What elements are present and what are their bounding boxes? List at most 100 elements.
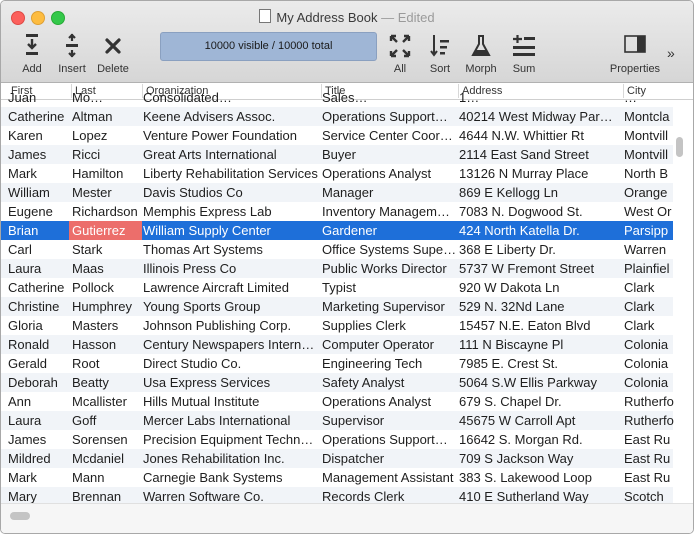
cell-address[interactable]: 679 S. Chapel Dr. — [456, 392, 620, 411]
table-row[interactable]: Eugene Richardson Memphis Express Lab Inven… — [1, 202, 673, 221]
cell-first[interactable]: Carl — [5, 240, 68, 259]
table-row[interactable]: Mark Mann Carnegie Bank Systems Management … — [1, 468, 673, 487]
table-row[interactable]: Karen Lopez Venture Power Foundation Servic… — [1, 126, 673, 145]
cell-last[interactable]: Ricci — [69, 145, 139, 164]
cell-title[interactable]: Office Systems Supe… — [319, 240, 455, 259]
table-row[interactable]: Ronald Hasson Century Newspapers Intern… Co… — [1, 335, 673, 354]
cell-last[interactable]: Humphrey — [69, 297, 139, 316]
cell-title[interactable]: Records Clerk — [319, 487, 455, 503]
cell-first[interactable]: Mark — [5, 164, 68, 183]
table-row[interactable]: Deborah Beatty Usa Express Services Safety … — [1, 373, 673, 392]
cell-first[interactable]: James — [5, 430, 68, 449]
cell-address[interactable]: 869 E Kellogg Ln — [456, 183, 620, 202]
cell-first[interactable]: Mark — [5, 468, 68, 487]
cell-address[interactable]: 368 E Liberty Dr. — [456, 240, 620, 259]
cell-organization[interactable]: Liberty Rehabilitation Services — [140, 164, 318, 183]
add-button[interactable]: Add — [15, 33, 49, 75]
sum-button[interactable]: Sum — [507, 33, 541, 75]
cell-organization[interactable]: Johnson Publishing Corp. — [140, 316, 318, 335]
cell-address[interactable]: 2114 East Sand Street — [456, 145, 620, 164]
table-row[interactable]: James Ricci Great Arts International Buyer 2… — [1, 145, 673, 164]
cell-title[interactable]: Operations Analyst — [319, 164, 455, 183]
morph-button[interactable]: Morph — [462, 33, 500, 75]
cell-address[interactable]: 920 W Dakota Ln — [456, 278, 620, 297]
cell-last[interactable]: Hamilton — [69, 164, 139, 183]
cell-first[interactable]: Karen — [5, 126, 68, 145]
horizontal-scrollbar[interactable] — [1, 503, 693, 533]
cell-title[interactable]: Marketing Supervisor — [319, 297, 455, 316]
cell-organization[interactable]: Century Newspapers Intern… — [140, 335, 318, 354]
cell-title[interactable]: Sales… — [319, 88, 455, 107]
cell-organization[interactable]: Young Sports Group — [140, 297, 318, 316]
cell-last[interactable]: Beatty — [69, 373, 139, 392]
table-row[interactable]: Laura Maas Illinois Press Co Public Works D… — [1, 259, 673, 278]
cell-organization[interactable]: Keene Advisers Assoc. — [140, 107, 318, 126]
cell-first[interactable]: Mildred — [5, 449, 68, 468]
table-row[interactable]: Gerald Root Direct Studio Co. Engineering T… — [1, 354, 673, 373]
cell-last[interactable]: Gutierrez — [69, 221, 142, 240]
cell-address[interactable]: 1… — [456, 88, 620, 107]
cell-first[interactable]: Ronald — [5, 335, 68, 354]
cell-organization[interactable]: Hills Mutual Institute — [140, 392, 318, 411]
cell-address[interactable]: 7985 E. Crest St. — [456, 354, 620, 373]
cell-address[interactable]: 5737 W Fremont Street — [456, 259, 620, 278]
cell-address[interactable]: 410 E Sutherland Way — [456, 487, 620, 503]
cell-first[interactable]: James — [5, 145, 68, 164]
cell-first[interactable]: Juan — [5, 88, 68, 107]
cell-last[interactable]: Richardson — [69, 202, 139, 221]
cell-first[interactable]: Gerald — [5, 354, 68, 373]
cell-title[interactable]: Operations Analyst — [319, 392, 455, 411]
cell-first[interactable]: Ann — [5, 392, 68, 411]
cell-last[interactable]: Lopez — [69, 126, 139, 145]
cell-organization[interactable]: Precision Equipment Techn… — [140, 430, 318, 449]
vertical-scrollbar[interactable] — [674, 100, 685, 500]
cell-address[interactable]: 40214 West Midway Par… — [456, 107, 620, 126]
table-row[interactable]: Juan Mo… Consolidated… Sales… 1…… — [1, 90, 673, 107]
vertical-scroll-thumb[interactable] — [676, 137, 683, 157]
all-button[interactable]: All — [387, 33, 413, 75]
cell-title[interactable]: Computer Operator — [319, 335, 455, 354]
cell-organization[interactable]: Mercer Labs International — [140, 411, 318, 430]
table-row[interactable]: Laura Goff Mercer Labs International Superv… — [1, 411, 674, 430]
cell-title[interactable]: Manager — [319, 183, 455, 202]
cell-address[interactable]: 111 N Biscayne Pl — [456, 335, 620, 354]
cell-title[interactable]: Management Assistant — [319, 468, 455, 487]
cell-title[interactable]: Supervisor — [319, 411, 455, 430]
cell-last[interactable]: Mann — [69, 468, 139, 487]
cell-last[interactable]: Pollock — [69, 278, 139, 297]
cell-last[interactable]: Mo… — [69, 88, 139, 107]
cell-title[interactable]: Safety Analyst — [319, 373, 455, 392]
cell-first[interactable]: Laura — [5, 259, 68, 278]
table-row[interactable]: Mark Hamilton Liberty Rehabilitation Servi… — [1, 164, 673, 183]
cell-title[interactable]: Typist — [319, 278, 455, 297]
cell-last[interactable]: Root — [69, 354, 139, 373]
cell-address[interactable]: 15457 N.E. Eaton Blvd — [456, 316, 620, 335]
cell-last[interactable]: Mcdaniel — [69, 449, 139, 468]
cell-last[interactable]: Mester — [69, 183, 139, 202]
cell-last[interactable]: Altman — [69, 107, 139, 126]
horizontal-scroll-thumb[interactable] — [10, 512, 30, 520]
toolbar-overflow-chevron-icon[interactable]: » — [667, 45, 675, 61]
cell-title[interactable]: Public Works Director — [319, 259, 455, 278]
cell-organization[interactable]: Warren Software Co. — [140, 487, 318, 503]
cell-last[interactable]: Stark — [69, 240, 139, 259]
cell-title[interactable]: Supplies Clerk — [319, 316, 455, 335]
cell-last[interactable]: Brennan — [69, 487, 139, 503]
cell-first[interactable]: Christine — [5, 297, 68, 316]
cell-organization[interactable]: Thomas Art Systems — [140, 240, 318, 259]
cell-last[interactable]: Mcallister — [69, 392, 139, 411]
cell-address[interactable]: 529 N. 32Nd Lane — [456, 297, 620, 316]
cell-first[interactable]: Deborah — [5, 373, 68, 392]
cell-first[interactable]: Mary — [5, 487, 68, 503]
cell-first[interactable]: Gloria — [5, 316, 68, 335]
cell-address[interactable]: 45675 W Carroll Apt — [456, 411, 620, 430]
table-row[interactable]: James Sorensen Precision Equipment Techn… O… — [1, 430, 673, 449]
insert-button[interactable]: Insert — [54, 33, 90, 75]
cell-first[interactable]: Brian — [5, 221, 68, 240]
delete-button[interactable]: Delete — [95, 33, 131, 75]
table-row[interactable]: Carl Stark Thomas Art Systems Office System… — [1, 240, 673, 259]
cell-organization[interactable]: Usa Express Services — [140, 373, 318, 392]
cell-first[interactable]: Eugene — [5, 202, 68, 221]
cell-organization[interactable]: Lawrence Aircraft Limited — [140, 278, 318, 297]
table-row[interactable]: Gloria Masters Johnson Publishing Corp. Sup… — [1, 316, 673, 335]
